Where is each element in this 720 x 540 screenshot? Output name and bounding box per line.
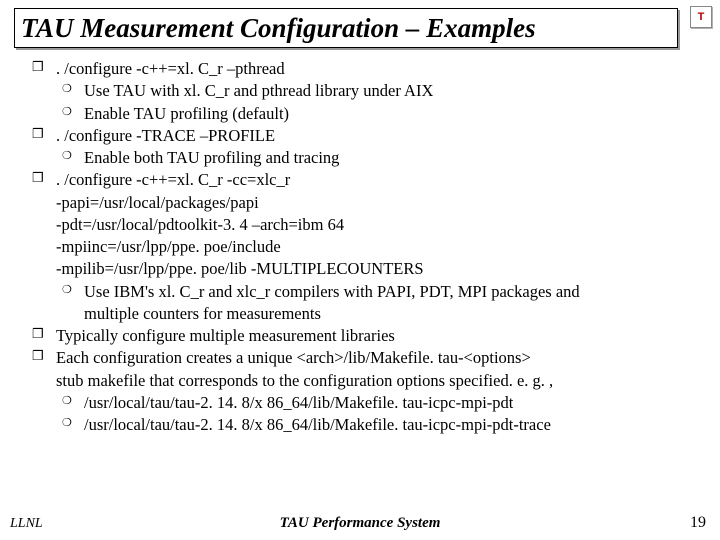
content-line: Typically configure multiple measurement… [28, 325, 700, 347]
content-line: /usr/local/tau/tau-2. 14. 8/x 86_64/lib/… [28, 392, 700, 414]
content-line: -mpiinc=/usr/lpp/ppe. poe/include [28, 236, 700, 258]
logo-icon: T [690, 6, 712, 28]
slide-title: TAU Measurement Configuration – Examples [21, 13, 536, 44]
content-line: -papi=/usr/local/packages/papi [28, 192, 700, 214]
content-line: . /configure -c++=xl. C_r –pthread [28, 58, 700, 80]
content-line: Enable both TAU profiling and tracing [28, 147, 700, 169]
title-box: TAU Measurement Configuration – Examples [14, 8, 678, 48]
content-line: Use TAU with xl. C_r and pthread library… [28, 80, 700, 102]
content-line: Use IBM's xl. C_r and xlc_r compilers wi… [28, 281, 700, 303]
content-line: . /configure -c++=xl. C_r -cc=xlc_r [28, 169, 700, 191]
content-line: -mpilib=/usr/lpp/ppe. poe/lib -MULTIPLEC… [28, 258, 700, 280]
content-line: -pdt=/usr/local/pdtoolkit-3. 4 –arch=ibm… [28, 214, 700, 236]
content-line: . /configure -TRACE –PROFILE [28, 125, 700, 147]
content-line: stub makefile that corresponds to the co… [28, 370, 700, 392]
content-line: Enable TAU profiling (default) [28, 103, 700, 125]
content-line: /usr/local/tau/tau-2. 14. 8/x 86_64/lib/… [28, 414, 700, 436]
slide-content: . /configure -c++=xl. C_r –pthreadUse TA… [28, 58, 700, 437]
footer-center: TAU Performance System [0, 515, 720, 532]
content-line: Each configuration creates a unique <arc… [28, 347, 700, 369]
content-line: multiple counters for measurements [28, 303, 700, 325]
slide: TAU Measurement Configuration – Examples… [0, 0, 720, 540]
footer-right: 19 [690, 514, 706, 532]
